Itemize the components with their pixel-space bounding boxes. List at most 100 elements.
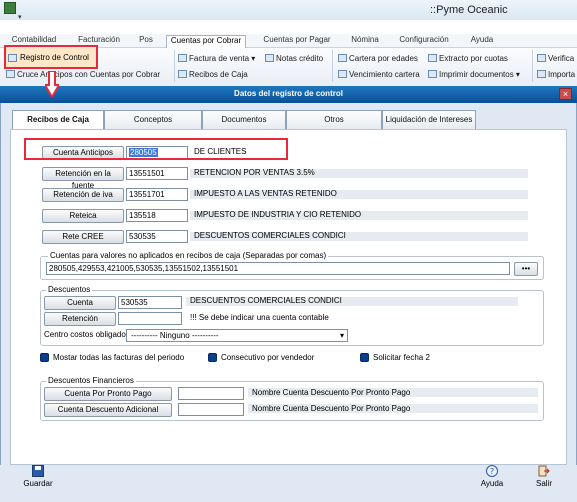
cartera-edades-label: Cartera por edades	[349, 54, 418, 63]
retencion-iva-input[interactable]: 13551701	[126, 188, 188, 201]
descuento-cuenta-input[interactable]: 530535	[118, 296, 182, 309]
menu-nomina[interactable]: Nómina	[348, 35, 382, 48]
ribbon-divider	[532, 50, 533, 82]
ayuda-label: Ayuda	[480, 479, 504, 488]
recibos-icon	[178, 70, 187, 78]
tab-conceptos[interactable]: Conceptos	[104, 110, 202, 130]
cruce-anticipos-button[interactable]: Cruce Anticipos con Cuentas por Cobrar	[6, 70, 160, 79]
printer-icon	[338, 70, 347, 78]
salir-button[interactable]: Salir	[524, 465, 564, 495]
guardar-button[interactable]: Guardar	[18, 465, 58, 495]
printer-icon	[428, 70, 437, 78]
descuento-retencion-button[interactable]: Retención	[44, 312, 116, 326]
extracto-cuotas-button[interactable]: Extracto por cuotas	[428, 54, 508, 63]
vencimiento-cartera-label: Vencimiento cartera	[349, 70, 420, 79]
tab-recibos-de-caja[interactable]: Recibos de Caja	[12, 110, 104, 131]
pronto-pago-button[interactable]: Cuenta Por Pronto Pago	[44, 387, 172, 401]
cruce-anticipos-icon	[6, 70, 15, 78]
descuento-adicional-input[interactable]	[178, 403, 244, 416]
vencimiento-cartera-button[interactable]: Vencimiento cartera	[338, 70, 420, 79]
importa-label: Importa	[548, 70, 576, 79]
dialog-title: Datos del registro de control	[234, 89, 343, 98]
centro-costos-label: Centro costos obligado	[44, 330, 126, 339]
consecutivo-vendedor-checkbox[interactable]	[208, 353, 217, 362]
app-logo-icon[interactable]	[4, 2, 16, 14]
ayuda-button[interactable]: ? Ayuda	[472, 465, 512, 495]
retencion-iva-desc: IMPUESTO A LAS VENTAS RETENIDO	[194, 189, 337, 198]
cartera-edades-button[interactable]: Cartera por edades	[338, 54, 418, 63]
tab-liquidacion-de-intereses[interactable]: Liquidación de Intereses	[382, 110, 476, 130]
reteica-input[interactable]: 135518	[126, 209, 188, 222]
help-icon: ?	[486, 465, 498, 477]
consecutivo-vendedor-label: Consecutivo por vendedor	[221, 353, 315, 362]
registro-control-label: Registro de Control	[20, 53, 89, 62]
salir-label: Salir	[535, 479, 552, 488]
solicitar-fecha-label: Solicitar fecha 2	[373, 353, 430, 362]
pronto-pago-input[interactable]	[178, 387, 244, 400]
cruce-anticipos-label: Cruce Anticipos con Cuentas por Cobrar	[17, 70, 161, 79]
descuento-cuenta-button[interactable]: Cuenta	[44, 296, 116, 310]
printer-icon	[338, 54, 347, 62]
retencion-fuente-input[interactable]: 13551501	[126, 167, 188, 180]
verifica-button[interactable]: Verifica	[537, 54, 574, 63]
rete-cree-button[interactable]: Rete CREE	[42, 230, 124, 244]
registro-control-highlight[interactable]: Registro de Control	[4, 45, 98, 69]
descuento-retencion-warning: !!! Se debe indicar una cuenta contable	[190, 313, 329, 322]
guardar-label: Guardar	[23, 479, 53, 488]
exit-icon	[538, 465, 550, 477]
extracto-cuotas-label: Extracto por cuotas	[439, 54, 508, 63]
save-icon	[32, 465, 44, 477]
notas-credito-label: Notas crédito	[276, 54, 324, 63]
reteica-desc: IMPUESTO DE INDUSTRIA Y CIO RETENIDO	[194, 210, 362, 219]
descuento-adicional-button[interactable]: Cuenta Descuento Adicional	[44, 403, 172, 417]
retencion-fuente-button[interactable]: Retención en la fuente	[42, 167, 124, 190]
descuento-adicional-desc: Nombre Cuenta Descuento Por Pronto Pago	[252, 404, 411, 413]
solicitar-fecha-checkbox[interactable]	[360, 353, 369, 362]
notas-credito-button[interactable]: Notas crédito	[265, 54, 323, 63]
registro-control-icon	[8, 54, 17, 62]
imprimir-documentos-label: Imprimir documentos	[439, 70, 514, 79]
descuentos-legend: Descuentos	[46, 285, 93, 294]
centro-costos-select[interactable]: ---------- Ninguno ---------- ▾	[126, 329, 348, 342]
importa-button[interactable]: Importa	[537, 70, 575, 79]
menu-cuentas-por-pagar[interactable]: Cuentas por Pagar	[258, 35, 336, 48]
app-title-bar: ::Pyme Oceanic	[0, 0, 577, 20]
mostrar-facturas-label: Mostar todas las facturas del periodo	[53, 353, 185, 362]
centro-costos-value: ---------- Ninguno ----------	[131, 331, 219, 340]
factura-icon	[178, 54, 187, 62]
tab-otros[interactable]: Otros	[286, 110, 382, 130]
cuentas-no-aplicadas-label: Cuentas para valores no aplicados en rec…	[48, 251, 329, 260]
svg-text:?: ?	[490, 467, 494, 476]
rete-cree-input[interactable]: 530535	[126, 230, 188, 243]
menu-ayuda[interactable]: Ayuda	[468, 35, 496, 48]
ribbon-divider	[174, 50, 175, 82]
imprimir-documentos-button[interactable]: Imprimir documentos ▾	[428, 70, 520, 79]
importa-icon	[537, 70, 546, 78]
factura-venta-label: Factura de venta	[189, 54, 250, 63]
menu-configuracion[interactable]: Configuración	[395, 35, 453, 48]
factura-venta-button[interactable]: Factura de venta ▾	[178, 54, 255, 63]
printer-icon	[428, 54, 437, 62]
ellipsis-button[interactable]: •••	[514, 262, 538, 276]
cuentas-no-aplicadas-input[interactable]: 280505,429553,421005,530535,13551502,135…	[46, 262, 510, 275]
verifica-label: Verifica	[548, 54, 575, 63]
quick-access-dropdown-icon[interactable]: ▾	[18, 13, 22, 21]
descuento-retencion-input[interactable]	[118, 312, 182, 325]
menu-cuentas-por-cobrar[interactable]: Cuentas por Cobrar	[166, 35, 246, 48]
mostrar-facturas-checkbox[interactable]	[40, 353, 49, 362]
retencion-iva-button[interactable]: Retención de iva	[42, 188, 124, 202]
recibos-caja-label: Recibos de Caja	[189, 70, 248, 79]
pronto-pago-desc: Nombre Cuenta Descuento Por Pronto Pago	[252, 388, 411, 397]
dialog-title-bar: Datos del registro de control	[0, 86, 577, 103]
menu-pos[interactable]: Pos	[136, 35, 156, 48]
rete-cree-desc: DESCUENTOS COMERCIALES CONDICI	[194, 231, 346, 240]
app-title: ::Pyme Oceanic	[430, 4, 508, 16]
annotation-arrow-icon	[45, 71, 59, 97]
tab-documentos-contables[interactable]: Documentos Contables	[202, 110, 286, 142]
retencion-fuente-desc: RETENCION POR VENTAS 3.5%	[194, 168, 315, 177]
reteica-button[interactable]: Reteica	[42, 209, 124, 223]
descuento-cuenta-desc: DESCUENTOS COMERCIALES CONDICI	[190, 296, 342, 305]
recibos-caja-button[interactable]: Recibos de Caja	[178, 70, 248, 79]
cuenta-anticipos-highlight	[24, 138, 288, 160]
close-icon[interactable]: ×	[559, 88, 572, 100]
